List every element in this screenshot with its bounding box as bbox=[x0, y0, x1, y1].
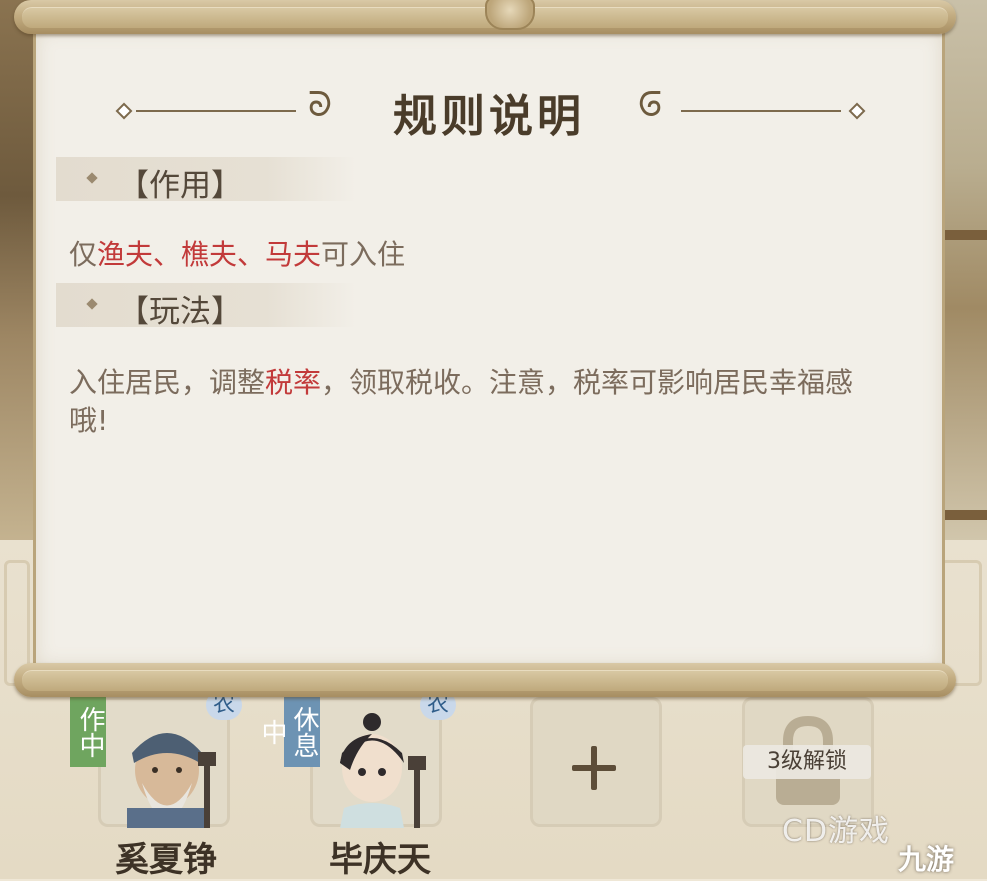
swirl-ornament-icon: ᘐ bbox=[638, 85, 662, 125]
dialog-title: 规则说明 bbox=[393, 91, 585, 142]
section-header-label: 【作用】 bbox=[118, 168, 242, 204]
highlight-text: 税率 bbox=[265, 366, 322, 399]
resident-name-1: 奚夏铮 bbox=[115, 840, 217, 880]
dialog-title-row: ᘐ 规则说明 ᘐ bbox=[36, 80, 942, 142]
resident-avatar-2 bbox=[340, 713, 426, 828]
resident-name-2: 毕庆天 bbox=[329, 840, 431, 880]
unlock-level-label: 3级解锁 bbox=[743, 745, 871, 779]
watermark-jiuyou: 九游 bbox=[898, 843, 955, 876]
highlight-text: 渔夫、樵夫、马夫 bbox=[97, 238, 322, 271]
body-text-segment: 仅 bbox=[69, 238, 98, 271]
title-divider-right bbox=[681, 110, 841, 112]
status-badge-resting: 休息中 bbox=[257, 697, 320, 767]
resident-avatar-1 bbox=[127, 733, 216, 828]
section-body-gameplay: 入住居民，调整税率，领取税收。注意，税率可影响居民幸福感哦! bbox=[69, 364, 879, 440]
watermark-cd: CD游戏 bbox=[782, 814, 891, 849]
body-text-segment: 入住居民，调整 bbox=[69, 366, 266, 399]
section-header-gameplay: 【玩法】 bbox=[56, 283, 356, 330]
section-body-function: 仅渔夫、樵夫、马夫可入住 bbox=[69, 236, 405, 274]
plus-icon[interactable] bbox=[572, 746, 616, 790]
rules-dialog: ᘐ 规则说明 ᘐ 【作用】 仅渔夫、樵夫、马夫可入住 【玩法】 入住居民，调整税… bbox=[33, 30, 945, 666]
scroll-rod-top bbox=[14, 0, 956, 34]
diamond-bullet-icon bbox=[86, 298, 98, 310]
diamond-bullet-icon bbox=[86, 172, 98, 184]
body-text-segment: 可入住 bbox=[321, 238, 406, 271]
scroll-rod-bottom bbox=[14, 663, 956, 697]
section-header-label: 【玩法】 bbox=[118, 294, 242, 330]
status-badge-working: 作中 bbox=[70, 697, 106, 767]
knot-ornament-icon bbox=[485, 0, 535, 30]
section-header-function: 【作用】 bbox=[56, 157, 356, 204]
